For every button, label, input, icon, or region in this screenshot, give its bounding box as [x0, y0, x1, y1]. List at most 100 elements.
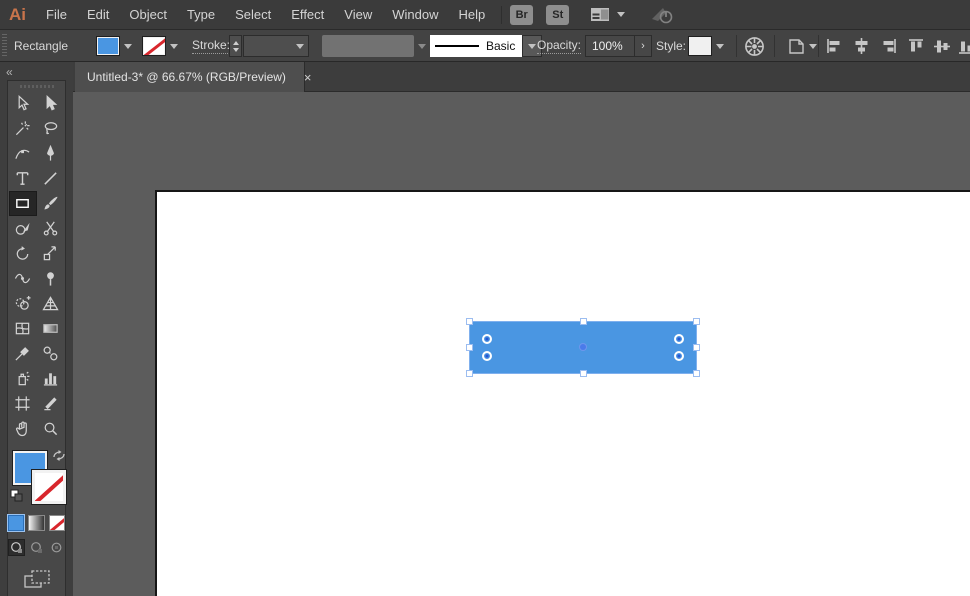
- draw-normal-button[interactable]: [8, 539, 25, 556]
- stroke-color-swatch[interactable]: [142, 30, 166, 62]
- menu-view[interactable]: View: [334, 0, 382, 30]
- align-horizontal-center-button[interactable]: [853, 30, 870, 62]
- line-segment-tool[interactable]: [37, 166, 65, 191]
- blend-tool[interactable]: [37, 341, 65, 366]
- graphic-style-chevron-icon[interactable]: [716, 30, 724, 62]
- menu-type[interactable]: Type: [177, 0, 225, 30]
- menu-object[interactable]: Object: [119, 0, 177, 30]
- graphic-style-swatch[interactable]: [688, 30, 712, 62]
- corner-radius-widget-top-left[interactable]: [482, 334, 492, 344]
- scale-tool[interactable]: [37, 241, 65, 266]
- artboard[interactable]: [155, 190, 970, 596]
- tab-close-icon[interactable]: ×: [296, 70, 320, 85]
- selection-handle-middle-right[interactable]: [693, 344, 700, 351]
- default-fill-stroke-icon[interactable]: [10, 489, 23, 507]
- pen-tool[interactable]: [37, 141, 65, 166]
- stroke-weight-stepper[interactable]: [229, 30, 242, 62]
- zoom-tool[interactable]: [37, 416, 65, 441]
- stroke-panel-link[interactable]: Stroke:: [192, 30, 231, 62]
- artboard-tool[interactable]: [9, 391, 37, 416]
- shaper-tool[interactable]: [9, 216, 37, 241]
- fill-color-chevron-icon[interactable]: [124, 30, 132, 62]
- gradient-tool[interactable]: [37, 316, 65, 341]
- tools-column: «: [0, 62, 73, 596]
- opacity-dropdown-arrow[interactable]: ›: [635, 35, 652, 57]
- align-vertical-center-icon: [934, 40, 950, 52]
- align-left-button[interactable]: [826, 30, 843, 62]
- rectangle-tool[interactable]: [8, 191, 37, 216]
- gradient-tool-icon: [43, 324, 58, 333]
- draw-inside-button[interactable]: [48, 539, 65, 556]
- selection-handle-top-center[interactable]: [580, 318, 587, 325]
- hand-tool[interactable]: [9, 416, 37, 441]
- align-vertical-center-button[interactable]: [934, 30, 950, 62]
- draw-behind-button[interactable]: [28, 539, 45, 556]
- type-tool[interactable]: [9, 166, 37, 191]
- document-tab[interactable]: Untitled-3* @ 66.67% (RGB/Preview) ×: [75, 62, 312, 92]
- none-button[interactable]: [48, 515, 65, 531]
- document-setup-button[interactable]: [786, 30, 817, 62]
- symbol-sprayer-tool[interactable]: [9, 366, 37, 391]
- menu-edit[interactable]: Edit: [77, 0, 119, 30]
- selection-handle-bottom-left[interactable]: [466, 370, 473, 377]
- control-bar-grip[interactable]: [2, 34, 7, 58]
- align-right-button[interactable]: [880, 30, 897, 62]
- selection-handle-bottom-center[interactable]: [580, 370, 587, 377]
- width-tool[interactable]: [9, 266, 37, 291]
- align-bottom-button[interactable]: [958, 30, 970, 62]
- align-top-icon: [909, 38, 923, 51]
- menu-help[interactable]: Help: [448, 0, 495, 30]
- stroke-swatch[interactable]: [31, 469, 67, 505]
- opacity-panel-link[interactable]: Opacity:: [537, 30, 582, 62]
- mesh-tool-icon: [15, 322, 30, 335]
- perspective-grid-tool[interactable]: [37, 291, 65, 316]
- selection-handle-top-right[interactable]: [693, 318, 700, 325]
- menu-file[interactable]: File: [36, 0, 77, 30]
- bridge-button[interactable]: Br: [510, 4, 534, 25]
- rotate-tool[interactable]: [9, 241, 37, 266]
- gradient-button[interactable]: [28, 515, 45, 531]
- curvature-tool[interactable]: [9, 141, 37, 166]
- opacity-field[interactable]: 100% ›: [585, 30, 652, 62]
- menu-select[interactable]: Select: [225, 0, 281, 30]
- corner-radius-widget-bottom-right[interactable]: [674, 351, 684, 361]
- stroke-weight-dropdown[interactable]: [243, 30, 309, 62]
- puppet-warp-tool[interactable]: [37, 266, 65, 291]
- corner-radius-widget-top-right[interactable]: [674, 334, 684, 344]
- stock-button[interactable]: St: [546, 4, 570, 25]
- shape-builder-tool[interactable]: [9, 291, 37, 316]
- eyedropper-tool[interactable]: [9, 341, 37, 366]
- selection-handle-middle-left[interactable]: [466, 344, 473, 351]
- selection-tool[interactable]: [9, 91, 37, 116]
- selection-handle-bottom-right[interactable]: [693, 370, 700, 377]
- object-center-point[interactable]: [580, 344, 586, 350]
- paintbrush-tool[interactable]: [37, 191, 65, 216]
- direct-selection-tool[interactable]: [37, 91, 65, 116]
- workspace-switcher[interactable]: [590, 7, 626, 22]
- menu-effect[interactable]: Effect: [281, 0, 334, 30]
- menu-window[interactable]: Window: [382, 0, 448, 30]
- touch-workspace-icon[interactable]: [649, 5, 675, 25]
- mesh-tool[interactable]: [9, 316, 37, 341]
- recolor-artwork-button[interactable]: [744, 30, 765, 62]
- slice-tool[interactable]: [37, 391, 65, 416]
- align-top-button[interactable]: [908, 30, 924, 62]
- column-graph-tool[interactable]: [37, 366, 65, 391]
- collapse-panel-icon[interactable]: «: [0, 62, 73, 79]
- lasso-tool[interactable]: [37, 116, 65, 141]
- selection-handle-top-left[interactable]: [466, 318, 473, 325]
- magic-wand-tool[interactable]: [9, 116, 37, 141]
- tools-panel-grip[interactable]: [8, 81, 65, 91]
- pasteboard[interactable]: [73, 92, 970, 596]
- selected-rectangle[interactable]: [466, 318, 700, 377]
- scissors-tool[interactable]: [37, 216, 65, 241]
- fill-color-swatch[interactable]: [96, 30, 120, 62]
- change-screen-mode-button[interactable]: [8, 568, 65, 590]
- swap-fill-stroke-icon[interactable]: [52, 449, 66, 467]
- brush-definition-dropdown[interactable]: Basic: [430, 30, 542, 62]
- corner-radius-widget-bottom-left[interactable]: [482, 351, 492, 361]
- color-button[interactable]: [8, 515, 25, 531]
- context-label: Rectangle: [14, 39, 69, 53]
- stroke-color-chevron-icon[interactable]: [170, 30, 178, 62]
- slice-tool-icon: [44, 397, 57, 411]
